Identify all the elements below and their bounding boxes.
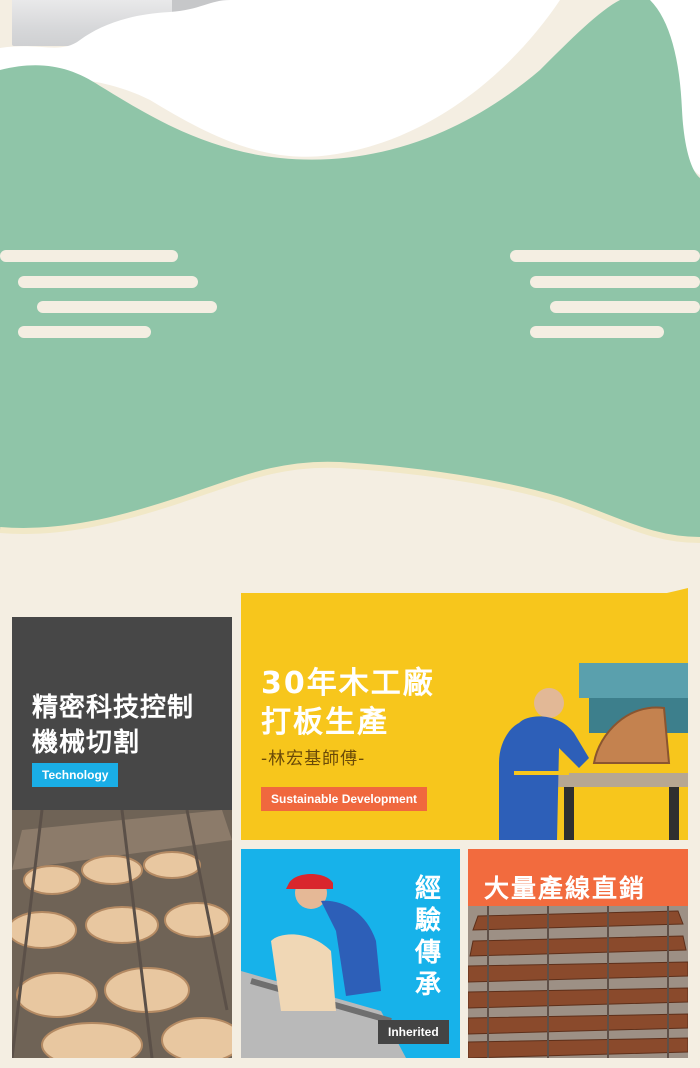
craftsman-illustration (499, 663, 688, 840)
technology-panel: 精密科技控制 機械切割 Technology (12, 617, 232, 1058)
stacked-seats-illustration (468, 906, 688, 1058)
page: 精密科技控制 機械切割 Technology 30年木工廠 打板生產 -林宏基師… (0, 0, 700, 1068)
left-line-1 (0, 250, 178, 262)
technology-tag: Technology (32, 763, 119, 787)
right-line-4 (530, 326, 664, 338)
factory-panel: 30年木工廠 打板生產 -林宏基師傅- Sustainable Developm… (241, 593, 688, 840)
right-line-2 (530, 276, 700, 288)
inheritance-title: 經 驗 傳 承 (414, 874, 441, 1000)
inheritance-panel: 經 驗 傳 承 Inherited (241, 849, 460, 1058)
factory-tag: Sustainable Development (261, 787, 428, 811)
production-panel: 大量產線直銷 (468, 849, 688, 1058)
technology-photo (12, 809, 232, 1058)
left-line-2 (18, 276, 198, 288)
craftsman-photo (479, 663, 688, 840)
technology-title: 精密科技控制 機械切割 (32, 693, 195, 758)
inheritance-tag: Inherited (378, 1020, 449, 1044)
factory-title: 30年木工廠 打板生產 (261, 666, 435, 740)
right-line-3 (550, 301, 700, 313)
left-line-3 (37, 301, 217, 313)
factory-subtitle: -林宏基師傅- (261, 749, 366, 769)
left-line-4 (18, 326, 151, 338)
right-line-1 (510, 250, 700, 262)
production-photo (468, 906, 688, 1058)
production-title: 大量產線直銷 (484, 874, 647, 903)
plywood-parts-illustration (12, 809, 232, 1058)
